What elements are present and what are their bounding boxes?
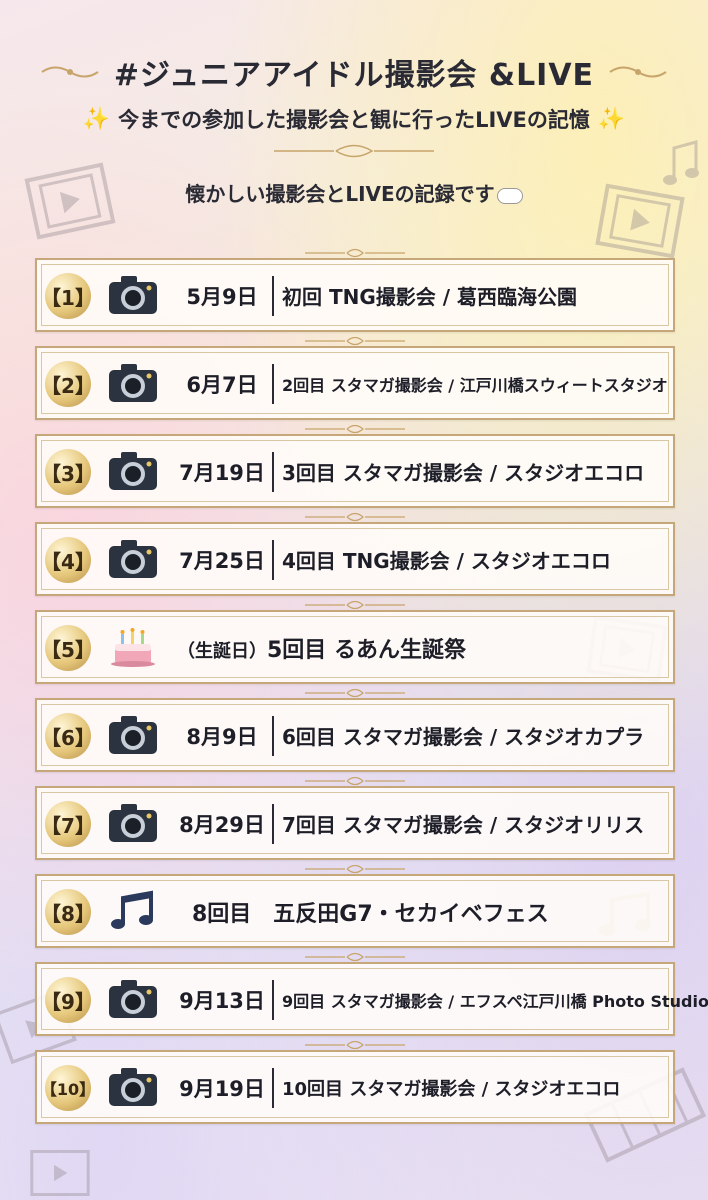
birthday-label: （生誕日） (177, 641, 267, 662)
flourish-left-icon (41, 66, 99, 78)
list-item: 【4】 7月25日 4回目 TNG撮影会 / スタジオエコロ (35, 512, 675, 596)
header: #ジュニアアイドル撮影会 &LIVE ✨ 今までの参加した撮影会と観に行ったLI… (0, 50, 708, 207)
entry-number: 【1】 (41, 273, 95, 319)
entry-date: 5月9日 (186, 285, 258, 309)
birthday-desc: 5回目 るあん生誕祭 (267, 638, 466, 663)
entry-description: 初回 TNG撮影会 / 葛西臨海公園 (282, 285, 577, 309)
separator (272, 1068, 274, 1108)
ornament-icon (305, 248, 405, 258)
film-icon (30, 1150, 90, 1196)
ornament-icon (305, 952, 405, 962)
entry-description: 8回目 五反田G7・セカイベフェス (192, 902, 549, 927)
entry-date: 8月9日 (186, 725, 258, 749)
entry-number: 【9】 (41, 977, 95, 1023)
entry-description: 3回目 スタマガ撮影会 / スタジオエコロ (282, 461, 645, 485)
ornament-icon (305, 864, 405, 874)
entry-number: 【3】 (41, 449, 95, 495)
entry-date: 6月7日 (186, 373, 258, 397)
title-row: #ジュニアアイドル撮影会 &LIVE (0, 50, 708, 94)
intro-label: 懐かしい撮影会とLIVEの記録です (185, 182, 495, 206)
entry-number: 【10】 (41, 1065, 95, 1111)
ornament-icon (305, 776, 405, 786)
camera-icon (109, 276, 157, 314)
ornament-divider (274, 144, 434, 158)
entry-frame: 【7】 8月29日 7回目 スタマガ撮影会 / スタジオリリス (35, 786, 675, 860)
list-item: 【1】 5月9日 初回 TNG撮影会 / 葛西臨海公園 (35, 248, 675, 332)
entry-frame: 【5】 （生誕日）5回目 るあん生誕祭 (35, 610, 675, 684)
entry-frame: 【9】 9月13日 9回目 スタマガ撮影会 / エフスペ江戸川橋 Photo S… (35, 962, 708, 1036)
list-item: 【9】 9月13日 9回目 スタマガ撮影会 / エフスペ江戸川橋 Photo S… (35, 952, 708, 1036)
list-item: 【6】 8月9日 6回目 スタマガ撮影会 / スタジオカプラ (35, 688, 675, 772)
list-item: 【5】 （生誕日）5回目 るあん生誕祭 (35, 600, 675, 684)
list-item: 【10】 9月19日 10回目 スタマガ撮影会 / スタジオエコロ (35, 1040, 675, 1124)
entry-frame: 【8】 8回目 五反田G7・セカイベフェス (35, 874, 675, 948)
ornament-icon (305, 336, 405, 346)
entry-number: 【7】 (41, 801, 95, 847)
entry-number: 【5】 (41, 625, 95, 671)
separator (272, 716, 274, 756)
list-item: 【7】 8月29日 7回目 スタマガ撮影会 / スタジオリリス (35, 776, 675, 860)
separator (272, 980, 274, 1020)
separator (272, 804, 274, 844)
entry-description: （生誕日）5回目 るあん生誕祭 (177, 632, 466, 664)
subtitle-row: ✨ 今までの参加した撮影会と観に行ったLIVEの記憶 ✨ (0, 104, 708, 134)
sparkle-icon: ✨ (82, 106, 111, 132)
camera-icon (109, 364, 157, 402)
camera-icon (109, 1068, 157, 1106)
separator (272, 540, 274, 580)
flourish-right-icon (609, 66, 667, 78)
entry-description: 2回目 スタマガ撮影会 / 江戸川橋スウィートスタジオ (282, 376, 668, 395)
music-note-icon (111, 890, 153, 929)
entry-number: 【2】 (41, 361, 95, 407)
camera-icon (109, 804, 157, 842)
list-item: 【3】 7月19日 3回目 スタマガ撮影会 / スタジオエコロ (35, 424, 675, 508)
thought-bubble-icon (496, 187, 523, 204)
entry-frame: 【2】 6月7日 2回目 スタマガ撮影会 / 江戸川橋スウィートスタジオ (35, 346, 675, 420)
entry-frame: 【10】 9月19日 10回目 スタマガ撮影会 / スタジオエコロ (35, 1050, 675, 1124)
page-subtitle: 今までの参加した撮影会と観に行ったLIVEの記憶 (118, 108, 590, 132)
entry-frame: 【6】 8月9日 6回目 スタマガ撮影会 / スタジオカプラ (35, 698, 675, 772)
entry-number: 【6】 (41, 713, 95, 759)
entry-description: 4回目 TNG撮影会 / スタジオエコロ (282, 549, 611, 573)
page-title: #ジュニアアイドル撮影会 &LIVE (113, 58, 595, 93)
entry-description: 10回目 スタマガ撮影会 / スタジオエコロ (282, 1079, 621, 1100)
ornament-icon (305, 512, 405, 522)
list-item: 【2】 6月7日 2回目 スタマガ撮影会 / 江戸川橋スウィートスタジオ (35, 336, 675, 420)
birthday-cake-icon (111, 628, 155, 667)
ornament-icon (305, 600, 405, 610)
entry-description: 6回目 スタマガ撮影会 / スタジオカプラ (282, 725, 645, 749)
entry-date: 7月25日 (179, 549, 265, 573)
entry-frame: 【1】 5月9日 初回 TNG撮影会 / 葛西臨海公園 (35, 258, 675, 332)
entry-date: 9月13日 (179, 989, 265, 1013)
event-list: 【1】 5月9日 初回 TNG撮影会 / 葛西臨海公園 【2】 6月7日 2回目… (35, 248, 708, 1138)
entry-description: 7回目 スタマガ撮影会 / スタジオリリス (282, 813, 645, 837)
ornament-icon (305, 424, 405, 434)
camera-icon (109, 540, 157, 578)
entry-date: 9月19日 (179, 1077, 265, 1101)
camera-icon (109, 716, 157, 754)
intro-text: 懐かしい撮影会とLIVEの記録です (0, 178, 708, 207)
list-item: 【8】 8回目 五反田G7・セカイベフェス (35, 864, 675, 948)
sparkle-icon: ✨ (597, 106, 626, 132)
entry-number: 【4】 (41, 537, 95, 583)
entry-description: 9回目 スタマガ撮影会 / エフスペ江戸川橋 Photo Studio (282, 992, 708, 1011)
entry-date: 7月19日 (179, 461, 265, 485)
entry-date: 8月29日 (179, 813, 265, 837)
camera-icon (109, 452, 157, 490)
camera-icon (109, 980, 157, 1018)
separator (272, 364, 274, 404)
entry-frame: 【3】 7月19日 3回目 スタマガ撮影会 / スタジオエコロ (35, 434, 675, 508)
separator (272, 276, 274, 316)
separator (272, 452, 274, 492)
entry-number: 【8】 (41, 889, 95, 935)
entry-frame: 【4】 7月25日 4回目 TNG撮影会 / スタジオエコロ (35, 522, 675, 596)
ornament-icon (305, 688, 405, 698)
ornament-icon (305, 1040, 405, 1050)
